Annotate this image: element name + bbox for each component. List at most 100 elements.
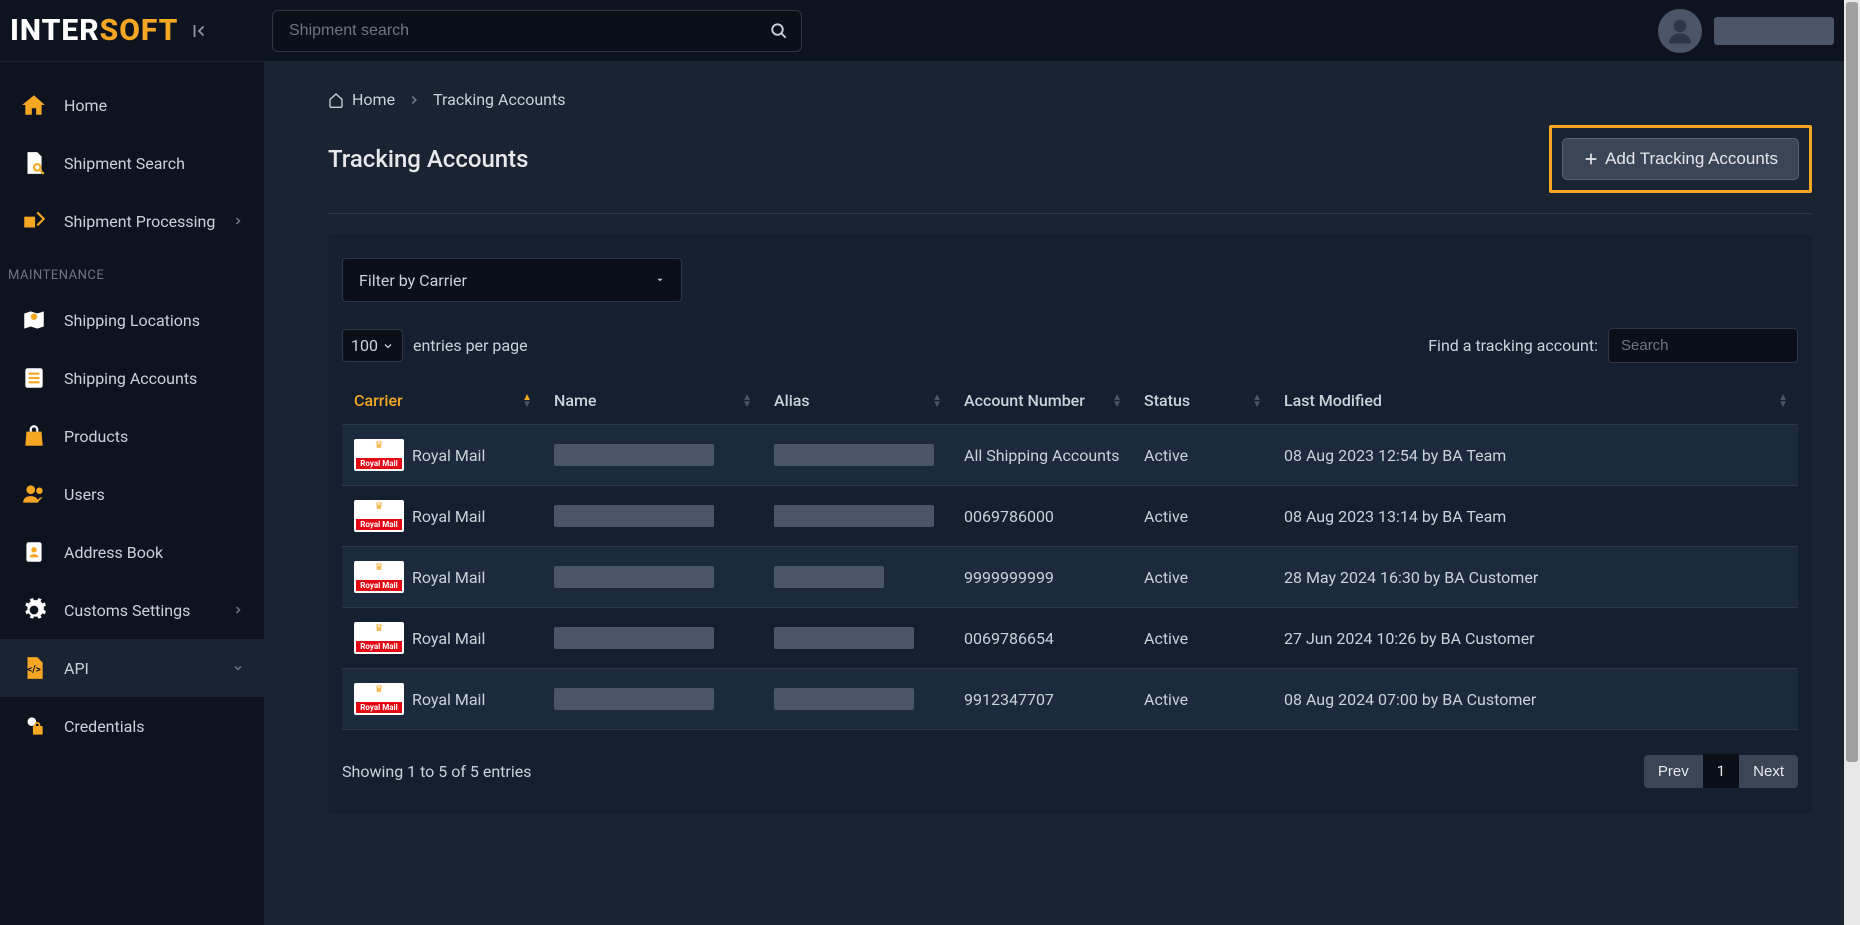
add-tracking-accounts-button[interactable]: Add Tracking Accounts xyxy=(1562,138,1799,180)
col-account-number[interactable]: Account Number ▲▼ xyxy=(952,377,1132,425)
sidebar-item-address-book[interactable]: Address Book xyxy=(0,523,264,581)
col-name[interactable]: Name ▲▼ xyxy=(542,377,762,425)
page-title: Tracking Accounts xyxy=(328,145,529,173)
sort-icon: ▲▼ xyxy=(1112,394,1122,408)
table-row[interactable]: ♛ Royal Mail Royal Mail 9912347707Active… xyxy=(342,669,1798,730)
scrollbar[interactable] xyxy=(1844,0,1860,925)
sidebar-item-api[interactable]: </> API xyxy=(0,639,264,697)
account-number: All Shipping Accounts xyxy=(952,425,1132,486)
col-last-modified[interactable]: Last Modified ▲▼ xyxy=(1272,377,1798,425)
sidebar-item-products[interactable]: Products xyxy=(0,407,264,465)
search-icon[interactable] xyxy=(770,22,788,40)
svg-text:</>: </> xyxy=(27,664,41,675)
list-icon xyxy=(20,364,48,392)
sidebar-item-label: Shipment Processing xyxy=(64,212,215,231)
carrier-name: Royal Mail xyxy=(412,446,485,465)
sidebar-item-users[interactable]: Users xyxy=(0,465,264,523)
carrier-name: Royal Mail xyxy=(412,629,485,648)
last-modified: 28 May 2024 16:30 by BA Customer xyxy=(1272,547,1798,608)
sidebar-item-shipping-accounts[interactable]: Shipping Accounts xyxy=(0,349,264,407)
table-row[interactable]: ♛ Royal Mail Royal Mail 9999999999Active… xyxy=(342,547,1798,608)
breadcrumb-home[interactable]: Home xyxy=(328,90,395,109)
logo: INTERSOFT xyxy=(10,13,178,48)
book-icon xyxy=(20,538,48,566)
sidebar-item-shipping-locations[interactable]: Shipping Locations xyxy=(0,291,264,349)
carrier-cell: ♛ Royal Mail Royal Mail xyxy=(354,500,530,532)
logo-part2: SOFT xyxy=(100,13,179,48)
breadcrumb: Home Tracking Accounts xyxy=(328,90,1812,109)
alias-redacted xyxy=(774,627,914,649)
name-redacted xyxy=(554,505,714,527)
royal-mail-logo: ♛ Royal Mail xyxy=(354,622,404,654)
sort-icon: ▲▼ xyxy=(742,394,752,408)
carrier-cell: ♛ Royal Mail Royal Mail xyxy=(354,622,530,654)
carrier-cell: ♛ Royal Mail Royal Mail xyxy=(354,439,530,471)
entries-label: entries per page xyxy=(413,336,528,355)
col-alias[interactable]: Alias ▲▼ xyxy=(762,377,952,425)
next-button[interactable]: Next xyxy=(1739,755,1798,788)
status: Active xyxy=(1132,547,1272,608)
sidebar: Home Shipment Search Shipment Processing… xyxy=(0,62,264,925)
entries-per-page: 100 entries per page xyxy=(342,329,528,362)
account-number: 0069786000 xyxy=(952,486,1132,547)
sidebar-collapse-icon[interactable] xyxy=(190,22,208,40)
chevron-right-icon xyxy=(232,604,244,616)
logo-part1: INTER xyxy=(10,13,100,48)
prev-button[interactable]: Prev xyxy=(1644,755,1703,788)
carrier-name: Royal Mail xyxy=(412,690,485,709)
name-redacted xyxy=(554,444,714,466)
entries-select[interactable]: 100 xyxy=(342,329,403,362)
page-number[interactable]: 1 xyxy=(1703,754,1739,788)
chevron-right-icon xyxy=(407,93,421,107)
avatar-icon xyxy=(1658,9,1702,53)
carrier-cell: ♛ Royal Mail Royal Mail xyxy=(354,683,530,715)
sidebar-item-label: Shipping Accounts xyxy=(64,369,197,388)
code-icon: </> xyxy=(20,654,48,682)
col-status[interactable]: Status ▲▼ xyxy=(1132,377,1272,425)
caret-down-icon xyxy=(655,275,665,285)
main-content: Home Tracking Accounts Tracking Accounts… xyxy=(264,62,1860,925)
royal-mail-logo: ♛ Royal Mail xyxy=(354,439,404,471)
find-label: Find a tracking account: xyxy=(1428,336,1598,355)
sort-icon: ▲▼ xyxy=(1778,394,1788,408)
sidebar-item-home[interactable]: Home xyxy=(0,76,264,134)
user-area[interactable] xyxy=(1658,9,1844,53)
sidebar-item-customs-settings[interactable]: Customs Settings xyxy=(0,581,264,639)
carrier-name: Royal Mail xyxy=(412,507,485,526)
bag-icon xyxy=(20,422,48,450)
scrollbar-thumb[interactable] xyxy=(1846,2,1858,762)
sidebar-item-label: Credentials xyxy=(64,717,145,736)
sidebar-item-label: Products xyxy=(64,427,128,446)
status: Active xyxy=(1132,669,1272,730)
search-input[interactable] xyxy=(272,10,802,52)
royal-mail-logo: ♛ Royal Mail xyxy=(354,561,404,593)
chevron-down-icon xyxy=(382,340,394,352)
col-carrier[interactable]: Carrier ▲▼ xyxy=(342,377,542,425)
entries-value: 100 xyxy=(351,336,378,355)
logo-area: INTERSOFT xyxy=(0,13,264,48)
status: Active xyxy=(1132,425,1272,486)
sidebar-section-label: MAINTENANCE xyxy=(0,250,264,291)
alias-redacted xyxy=(774,444,934,466)
breadcrumb-current: Tracking Accounts xyxy=(433,90,565,109)
find-input[interactable] xyxy=(1608,328,1798,363)
status: Active xyxy=(1132,486,1272,547)
home-icon xyxy=(20,91,48,119)
royal-mail-logo: ♛ Royal Mail xyxy=(354,683,404,715)
gear-icon xyxy=(20,596,48,624)
last-modified: 08 Aug 2023 13:14 by BA Team xyxy=(1272,486,1798,547)
sidebar-item-label: Home xyxy=(64,96,107,115)
sidebar-item-shipment-processing[interactable]: Shipment Processing xyxy=(0,192,264,250)
last-modified: 08 Aug 2024 07:00 by BA Customer xyxy=(1272,669,1798,730)
sidebar-item-shipment-search[interactable]: Shipment Search xyxy=(0,134,264,192)
table-row[interactable]: ♛ Royal Mail Royal Mail 0069786000Active… xyxy=(342,486,1798,547)
alias-redacted xyxy=(774,688,914,710)
table-row[interactable]: ♛ Royal Mail Royal Mail All Shipping Acc… xyxy=(342,425,1798,486)
account-number: 9912347707 xyxy=(952,669,1132,730)
table-row[interactable]: ♛ Royal Mail Royal Mail 0069786654Active… xyxy=(342,608,1798,669)
carrier-name: Royal Mail xyxy=(412,568,485,587)
status: Active xyxy=(1132,608,1272,669)
filter-by-carrier-dropdown[interactable]: Filter by Carrier xyxy=(342,258,682,302)
sidebar-item-credentials[interactable]: Credentials xyxy=(0,697,264,755)
map-pin-icon xyxy=(20,306,48,334)
